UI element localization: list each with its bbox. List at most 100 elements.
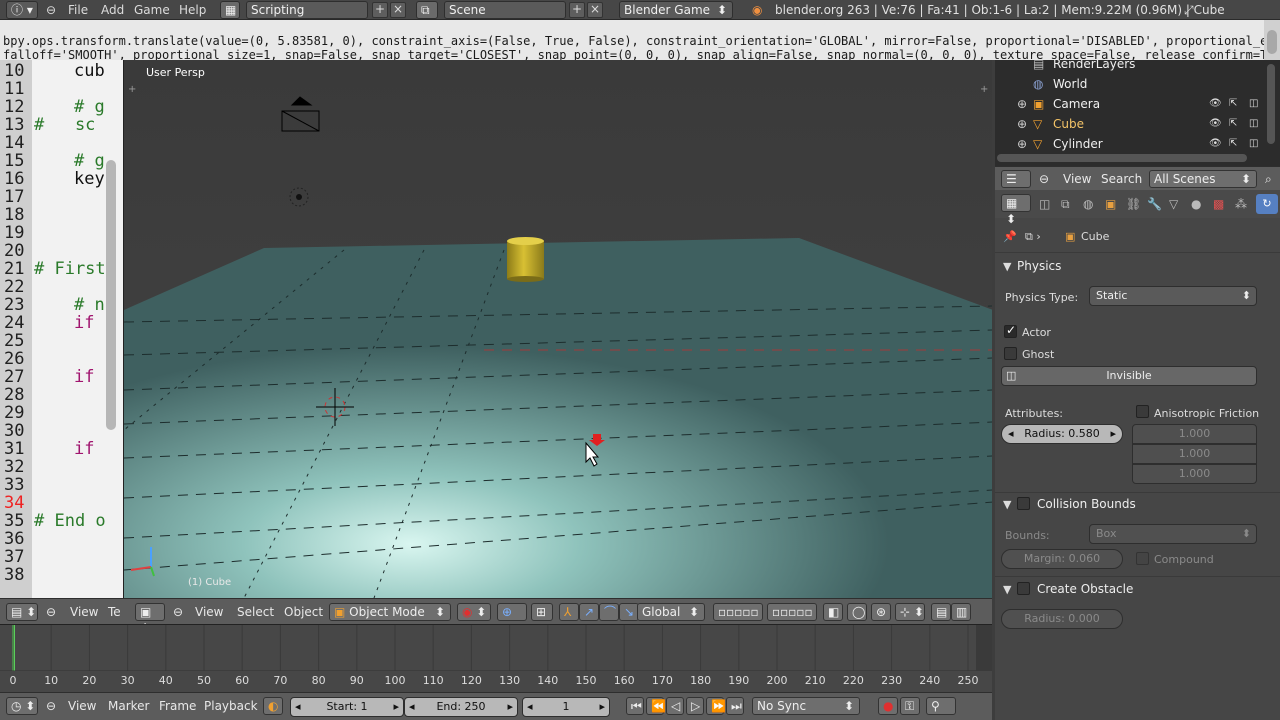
object-tab-icon[interactable]: ▣ <box>1105 190 1116 218</box>
increment-arrow-icon[interactable]: ▸ <box>599 698 605 716</box>
render-animation-icon[interactable]: ▥ <box>951 603 971 621</box>
snap-element-select[interactable]: ⊹ ⬍ <box>895 603 925 621</box>
increment-arrow-icon[interactable]: ▸ <box>1110 425 1116 443</box>
code-line[interactable]: cub <box>74 62 105 80</box>
code-line[interactable]: # g <box>74 152 105 170</box>
outliner-row[interactable]: ⊕ ▽ Cylinder 👁 ⇱ ◫ <box>995 134 1265 154</box>
cursor-restrict-icon[interactable]: ⇱ <box>1229 94 1237 114</box>
code-line[interactable]: if <box>74 314 94 332</box>
code-line[interactable]: if <box>74 440 94 458</box>
eye-icon[interactable]: 👁 <box>1209 94 1222 114</box>
menu-frame[interactable]: Frame <box>159 693 196 719</box>
scale-manipulator-icon[interactable]: ⌒ <box>599 603 619 621</box>
create-obstacle-checkbox[interactable] <box>1017 582 1030 595</box>
editor-type-properties-button[interactable]: ▦ ⬍ <box>1001 194 1031 226</box>
actor-checkbox[interactable]: ✓ <box>1004 323 1017 338</box>
play-icon[interactable]: ▷ <box>686 697 704 715</box>
screen-layout-select[interactable]: Scripting <box>246 1 368 19</box>
physics-tab-icon[interactable]: ↻ <box>1256 194 1278 214</box>
code-line[interactable]: # n <box>74 296 105 314</box>
expand-icon[interactable]: ⊕ <box>1017 94 1027 114</box>
radius-field[interactable]: ◂ Radius: 0.580 ▸ <box>1001 424 1123 444</box>
menu-search[interactable]: Search <box>1101 167 1142 191</box>
menu-select[interactable]: Select <box>237 599 274 625</box>
margin-field[interactable]: Margin: 0.060 <box>1001 549 1123 569</box>
code-line[interactable]: key <box>74 170 105 188</box>
translate-manipulator-icon[interactable]: ⅄ <box>559 603 579 621</box>
increment-arrow-icon[interactable]: ▸ <box>393 698 399 716</box>
layer-lock-icon[interactable]: ◧ <box>823 603 843 621</box>
pivot-select[interactable]: ⊕ <box>497 603 527 621</box>
editor-type-text-button[interactable]: ▤ ⬍ <box>6 603 38 621</box>
code-line[interactable]: # First <box>34 260 106 278</box>
jump-keyframe-back-icon[interactable]: ⏪ <box>646 697 666 715</box>
manipulator-toggle[interactable]: ⊞ <box>531 603 553 621</box>
keying-set-icon[interactable]: ⚿ <box>900 697 920 715</box>
collapse-arrow-icon[interactable]: ▼ <box>1003 260 1011 273</box>
remove-scene-button[interactable]: × <box>587 2 603 18</box>
rotate-manipulator-icon[interactable]: ↗ <box>579 603 599 621</box>
obstacle-radius-field[interactable]: Radius: 0.000 <box>1001 609 1123 629</box>
collapse-menu-icon[interactable]: ⊖ <box>1039 167 1049 191</box>
compound-checkbox[interactable] <box>1136 552 1149 565</box>
code-line[interactable]: if <box>74 368 94 386</box>
particles-tab-icon[interactable]: ⁂ <box>1235 190 1247 218</box>
code-line[interactable]: # g <box>74 98 105 116</box>
code-line[interactable]: # sc <box>34 116 95 134</box>
current-frame-field[interactable]: ◂ 1 ▸ <box>522 697 610 717</box>
play-reverse-icon[interactable]: ◁ <box>666 697 684 715</box>
menu-marker[interactable]: Marker <box>108 693 149 719</box>
collapse-arrow-icon[interactable]: ▼ <box>1003 498 1011 511</box>
world-tab-icon[interactable]: ◍ <box>1083 190 1093 218</box>
bounds-select[interactable]: Box ⬍ <box>1089 524 1257 544</box>
menu-text[interactable]: Te <box>108 599 121 625</box>
eye-icon[interactable]: 👁 <box>1209 114 1222 134</box>
timeline[interactable]: 0 10 20 30 40 50 60 70 80 90 100 110 120 130 140 150 160… <box>0 624 992 692</box>
layers-group-1[interactable]: ▫▫▫▫▫ <box>713 603 763 621</box>
editor-type-timeline-button[interactable]: ◷ ⬍ <box>6 697 38 715</box>
ghost-checkbox[interactable] <box>1004 347 1017 360</box>
aniso-y-field[interactable]: 1.000 <box>1132 444 1257 464</box>
snap-toggle-icon[interactable]: ⊛ <box>871 603 891 621</box>
collapse-menu-icon[interactable]: ⊖ <box>46 0 56 20</box>
sync-select[interactable]: No Sync ⬍ <box>752 697 860 715</box>
display-filter-select[interactable]: All Scenes ⬍ <box>1149 170 1257 188</box>
physics-panel-title[interactable]: Physics <box>1017 259 1061 273</box>
render-restrict-icon[interactable]: ◫ <box>1249 134 1258 154</box>
render-engine-select[interactable]: Blender Game ⬍ <box>619 1 733 19</box>
decrement-arrow-icon[interactable]: ◂ <box>409 698 415 716</box>
text-editor[interactable]: 10 cub 11 12 # g 13 # sc 14 15 # g 16 key 17 18 19 20 21… <box>0 60 123 598</box>
outliner-row[interactable]: ◍ World <box>995 74 1265 94</box>
add-screen-button[interactable]: + <box>372 2 388 18</box>
outliner[interactable]: ▤ RenderLayers ◍ World ⊕ ▣ Camera 👁 ⇱ ◫ ⊕ ▽ Cube 👁 ⇱ ◫ ⊕… <box>995 60 1280 166</box>
outliner-row[interactable]: ▤ RenderLayers <box>995 60 1265 74</box>
expand-icon[interactable]: ⊕ <box>1017 134 1027 154</box>
render-restrict-icon[interactable]: ◫ <box>1249 94 1258 114</box>
pin-icon[interactable]: 📌 <box>1003 230 1017 243</box>
menu-playback[interactable]: Playback <box>204 693 258 719</box>
outliner-hscroll[interactable] <box>997 154 1247 162</box>
outliner-row[interactable]: ⊕ ▣ Camera 👁 ⇱ ◫ <box>995 94 1265 114</box>
physics-type-select[interactable]: Static ⬍ <box>1089 286 1257 306</box>
data-tab-icon[interactable]: ▽ <box>1169 190 1178 218</box>
outliner-vscroll[interactable] <box>1267 64 1275 144</box>
invisible-toggle[interactable]: ◫ Invisible <box>1001 366 1257 386</box>
render-icon[interactable]: ▤ <box>931 603 951 621</box>
render-tab-icon[interactable]: ◫ <box>1039 190 1050 218</box>
viewport-shading-select[interactable]: ◉ ⬍ <box>457 603 491 621</box>
collision-bounds-title[interactable]: Collision Bounds <box>1037 497 1136 511</box>
eye-icon[interactable]: 👁 <box>1209 134 1222 154</box>
proportional-edit-icon[interactable]: ◯ <box>847 603 867 621</box>
preview-range-icon[interactable]: ◐ <box>263 697 283 715</box>
menu-view[interactable]: View <box>68 693 96 719</box>
decrement-arrow-icon[interactable]: ◂ <box>295 698 301 716</box>
menu-view[interactable]: View <box>195 599 223 625</box>
text-editor-scrollbar[interactable] <box>106 160 116 430</box>
jump-end-icon[interactable]: ⏭ <box>726 697 744 715</box>
create-obstacle-title[interactable]: Create Obstacle <box>1037 582 1133 596</box>
menu-add[interactable]: Add <box>101 0 124 20</box>
info-scrollbar[interactable] <box>1264 20 1280 60</box>
start-frame-field[interactable]: ◂ Start: 1 ▸ <box>290 697 404 717</box>
timeline-scrollbar[interactable] <box>976 625 992 671</box>
menu-help[interactable]: Help <box>179 0 206 20</box>
